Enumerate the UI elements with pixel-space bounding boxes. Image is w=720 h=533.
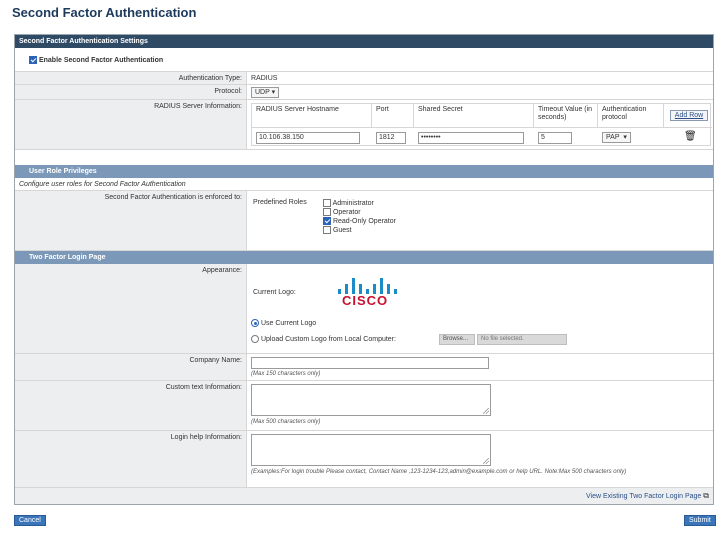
role-option-administrator[interactable]: Administrator [323,199,396,208]
role-option-operator[interactable]: Operator [323,208,396,217]
role-label: Guest [332,227,352,234]
protocol-label: Protocol: [15,85,247,99]
column-header-port: Port [372,104,414,128]
use-current-logo-label: Use Current Logo [260,319,317,327]
protocol-select-value: UDP [255,89,270,96]
radius-row: RADIUS Server Information: RADIUS Server… [15,100,713,150]
enforced-label: Second Factor Authentication is enforced… [15,191,247,250]
role-label: Read-Only Operator [332,218,396,225]
auth-type-label: Authentication Type: [15,72,247,84]
use-current-logo-option[interactable]: Use Current Logo [251,319,316,327]
roles-description-row: Configure user roles for Second Factor A… [15,178,713,191]
browse-button[interactable]: Browse... [439,334,475,345]
custom-text-hint: (Max 500 characters only) [251,419,321,425]
role-option-guest[interactable]: Guest [323,226,396,235]
role-checkbox[interactable] [323,208,331,217]
no-file-selected: No file selected. [477,334,567,345]
radius-label: RADIUS Server Information: [15,100,247,149]
enable-label: Enable Second Factor Authentication [38,56,164,64]
custom-text-textarea[interactable] [251,384,491,416]
protocol-row: Protocol: UDP ▾ [15,85,713,100]
role-checkbox[interactable] [323,226,331,235]
add-row-button[interactable]: Add Row [670,110,708,121]
cisco-logo-bars [338,278,400,294]
external-window-icon: ⧉ [703,491,709,500]
cancel-button[interactable]: Cancel [14,515,46,526]
roles-section-header: User Role Privileges [15,165,713,178]
shared-secret-input[interactable]: •••••••• [418,132,524,144]
login-help-textarea[interactable] [251,434,491,466]
login-help-label: Login help Information: [15,431,247,487]
view-link-row: View Existing Two Factor Login Page ⧉ [15,488,713,504]
chevron-down-icon: ▾ [271,89,276,96]
auth-type-value: RADIUS [251,75,278,82]
company-name-input[interactable] [251,357,489,369]
view-existing-login-page[interactable]: View Existing Two Factor Login Page ⧉ [586,491,709,501]
company-name-row: Company Name: (Max 150 characters only) [15,354,713,381]
enable-checkbox[interactable] [29,56,37,64]
company-name-hint: (Max 150 characters only) [251,371,321,377]
cisco-logo-text: CISCO [342,293,389,308]
settings-section-header: Second Factor Authentication Settings [15,35,713,48]
custom-text-label: Custom text Information: [15,381,247,430]
auth-protocol-select[interactable]: PAP ▾ [602,132,631,143]
custom-text-row: Custom text Information: (Max 500 charac… [15,381,713,431]
upload-custom-logo-option[interactable]: Upload Custom Logo from Local Computer: [251,335,396,343]
upload-custom-logo-label: Upload Custom Logo from Local Computer: [260,335,396,343]
roles-description: Configure user roles for Second Factor A… [19,181,186,188]
column-header-secret: Shared Secret [414,104,534,128]
page-title: Second Factor Authentication [12,5,197,20]
auth-type-row: Authentication Type: RADIUS [15,72,713,85]
column-header-hostname: RADIUS Server Hostname [252,104,372,128]
enable-row: Enable Second Factor Authentication [15,48,713,72]
view-existing-login-page-link[interactable]: View Existing Two Factor Login Page [586,493,701,500]
role-checkbox[interactable] [323,217,331,226]
current-logo-label: Current Logo: [253,289,296,296]
predefined-roles-label: Predefined Roles [253,199,307,206]
role-option-read-only-operator[interactable]: Read-Only Operator [323,217,396,226]
hostname-input[interactable]: 10.106.38.150 [256,132,360,144]
column-header-timeout: Timeout Value (in seconds) [534,104,598,128]
roles-list: Administrator Operator Read-Only Operato… [323,199,396,235]
enable-toggle[interactable]: Enable Second Factor Authentication [29,56,163,64]
settings-panel: Second Factor Authentication Settings En… [14,34,714,505]
login-section-header: Two Factor Login Page [15,251,713,264]
protocol-select[interactable]: UDP ▾ [251,87,280,98]
chevron-down-icon: ▾ [623,134,627,141]
resize-grip-icon[interactable] [483,458,489,464]
trash-icon[interactable]: 🗑 [684,131,697,142]
upload-custom-logo-radio[interactable] [251,335,259,343]
timeout-input[interactable]: 5 [538,132,572,144]
role-label: Administrator [332,200,374,207]
radius-table-header: RADIUS Server Hostname Port Shared Secre… [252,104,712,128]
radius-table: RADIUS Server Hostname Port Shared Secre… [251,103,712,146]
role-checkbox[interactable] [323,199,331,208]
company-name-label: Company Name: [15,354,247,380]
login-help-hint: (Examples:For login trouble Please conta… [251,469,627,475]
login-help-row: Login help Information: (Examples:For lo… [15,431,713,488]
use-current-logo-radio[interactable] [251,319,259,327]
resize-grip-icon[interactable] [483,408,489,414]
roles-row: Second Factor Authentication is enforced… [15,191,713,251]
appearance-label: Appearance: [15,264,247,353]
column-header-auth-protocol: Authentication protocol [598,104,664,128]
auth-protocol-select-value: PAP [606,134,620,141]
port-input[interactable]: 1812 [376,132,406,144]
role-label: Operator [332,209,361,216]
submit-button[interactable]: Submit [684,515,716,526]
